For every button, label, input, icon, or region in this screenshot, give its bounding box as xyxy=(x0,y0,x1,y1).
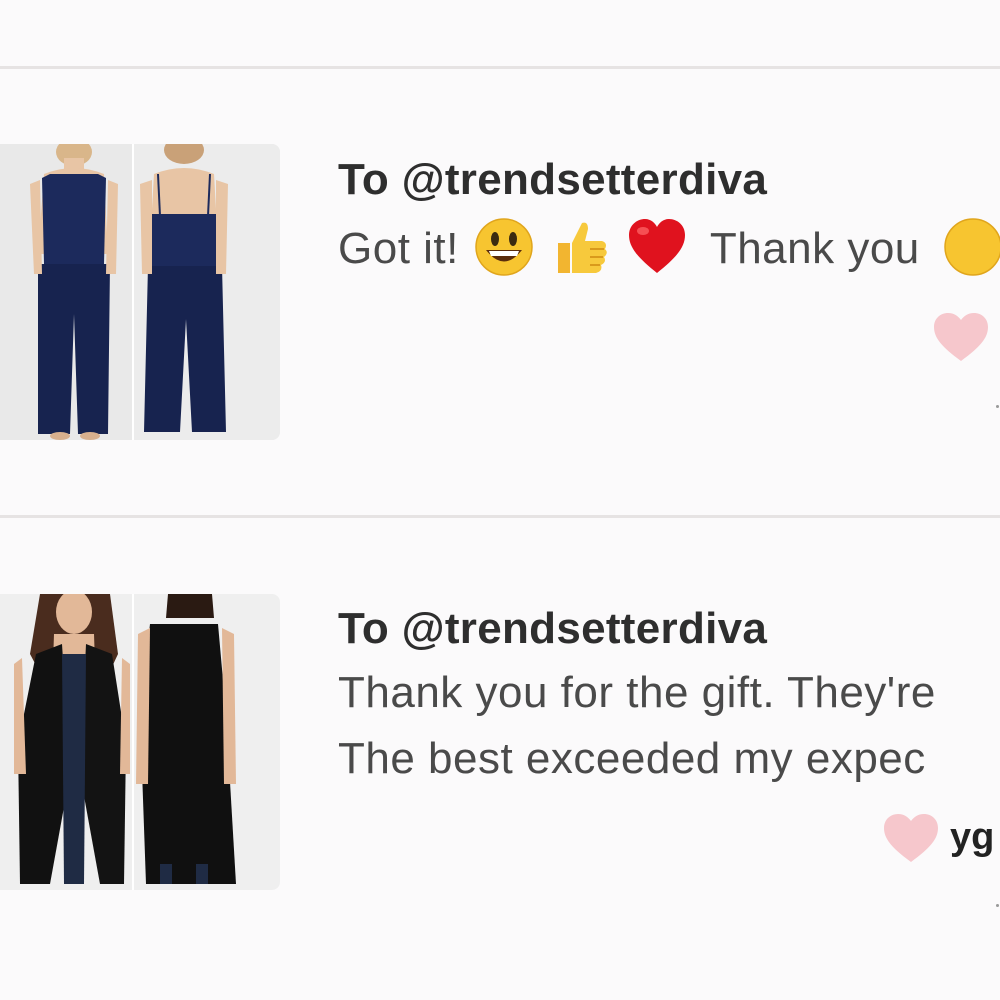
review-message: Got it! Thank you xyxy=(338,217,1000,288)
product-image-navy-jumpsuit xyxy=(0,144,280,440)
red-heart-emoji-icon xyxy=(627,217,687,288)
review-message-line: Thank you for the gift. They're xyxy=(338,668,936,717)
grinning-face-emoji-icon xyxy=(474,217,534,288)
timestamp-mark xyxy=(996,904,999,907)
product-thumbnail[interactable] xyxy=(0,594,280,890)
review-card[interactable]: To @trendsetterdiva Got it! Thank you xyxy=(0,69,1000,516)
heart-icon[interactable] xyxy=(932,311,990,363)
review-message-text: Got it! xyxy=(338,224,459,273)
smiling-face-emoji-icon xyxy=(943,217,1000,288)
reviewer-username[interactable]: yg xyxy=(950,816,994,859)
heart-icon[interactable] xyxy=(882,812,940,864)
review-message-line: The best exceeded my expec xyxy=(338,734,926,783)
product-image-black-vest xyxy=(0,594,280,890)
review-message-text: Thank you xyxy=(709,224,920,273)
review-recipient[interactable]: To @trendsetterdiva xyxy=(338,155,767,205)
review-card[interactable]: To @trendsetterdiva Thank you for the gi… xyxy=(0,518,1000,965)
product-thumbnail[interactable] xyxy=(0,144,280,440)
thumbs-up-emoji-icon xyxy=(550,217,610,288)
review-recipient[interactable]: To @trendsetterdiva xyxy=(338,604,767,654)
timestamp-mark xyxy=(996,405,999,408)
